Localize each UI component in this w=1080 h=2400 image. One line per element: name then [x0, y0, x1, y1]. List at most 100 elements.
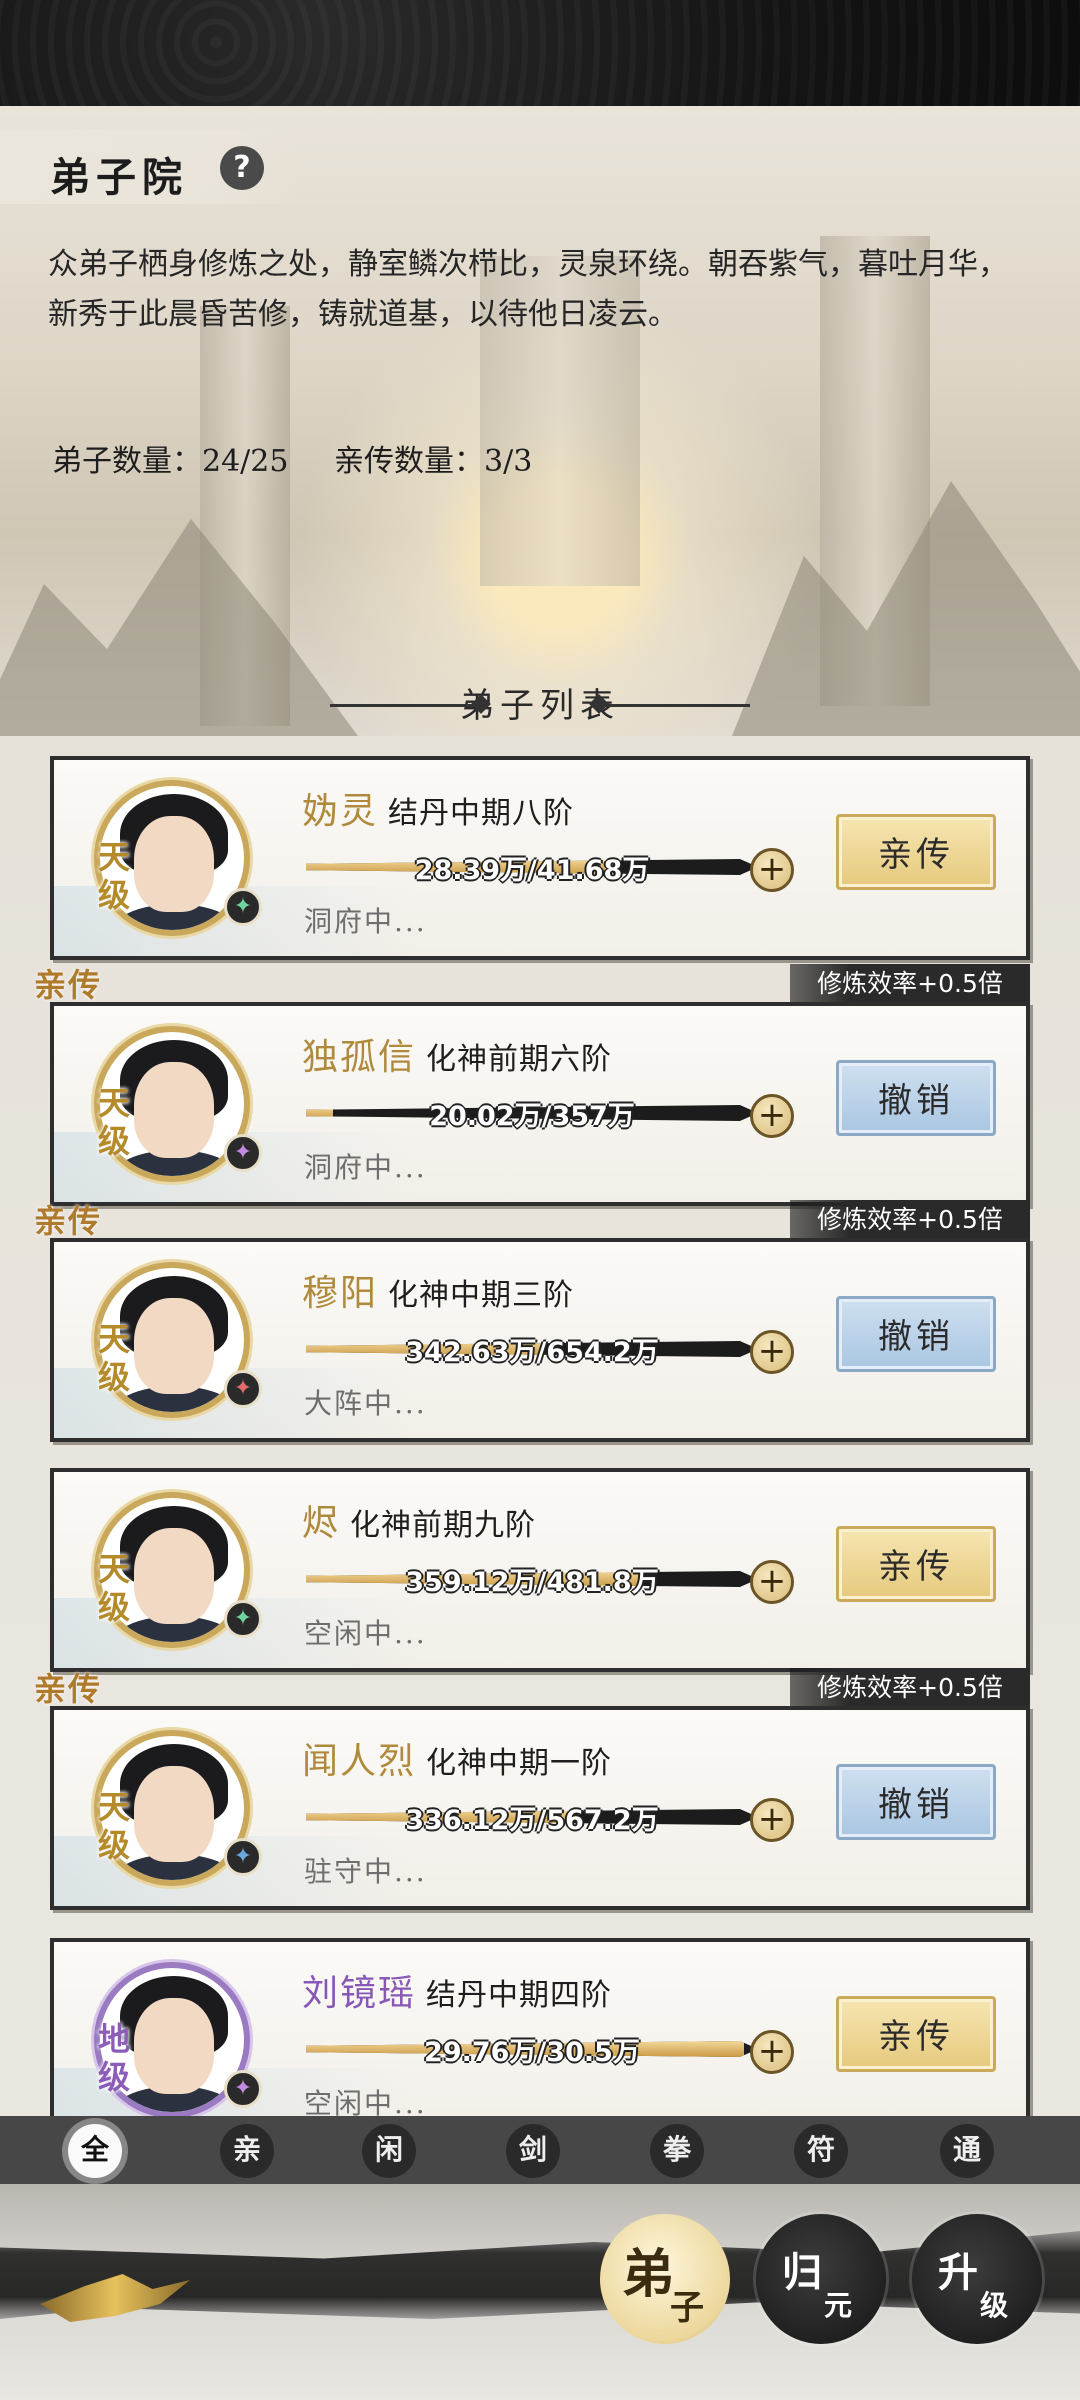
disciple-stats: 弟子数量：24/25 亲传数量：3/3 — [52, 436, 568, 480]
disciple-card[interactable]: 天级 ✦ 穆阳 化神中期三阶 342.63万/654.2万 + 大阵中... 撤销 — [50, 1238, 1030, 1442]
status-text: 洞府中... — [304, 1151, 427, 1184]
page-title: 弟子院 — [50, 154, 188, 201]
progress-text: 29.76万/30.5万 — [424, 2037, 640, 2068]
wind-element-icon: ✦ — [224, 888, 262, 926]
progress-text: 359.12万/481.8万 — [405, 1567, 659, 1598]
inner-disciple-ribbon: 亲传 — [34, 1670, 103, 1708]
disciple-card[interactable]: 地级 ✦ 刘镜瑶 结丹中期四阶 29.76万/30.5万 + 空闲中... 亲传 — [50, 1938, 1030, 2116]
nav-button[interactable]: 归元 — [756, 2214, 886, 2344]
appoint-inner-button[interactable]: 亲传 — [836, 814, 996, 890]
cultivation-bonus-tag: 修炼效率+0.5倍 — [790, 964, 1030, 1004]
disciple-card[interactable]: 天级 ✦ 独孤信 化神前期六阶 20.02万/357万 + 洞府中... 撤销 — [50, 1002, 1030, 1206]
cultivation-realm: 化神中期三阶 — [388, 1278, 575, 1313]
progress-text: 20.02万/357万 — [429, 1101, 635, 1132]
inner-count: 亲传数量：3/3 — [334, 444, 533, 479]
avatar-face — [134, 1766, 214, 1862]
water-element-icon: ✦ — [224, 1134, 262, 1172]
progress-text: 336.12万/567.2万 — [405, 1805, 659, 1836]
nav-char-small: 级 — [980, 2289, 1009, 2322]
disciple-card[interactable]: 天级 ✦ 妫灵 结丹中期八阶 28.39万/41.68万 + 洞府中... 亲传 — [50, 756, 1030, 960]
grade-label: 天级 — [97, 1550, 130, 1626]
cultivation-realm: 结丹中期四阶 — [426, 1978, 613, 2013]
fire-element-icon: ✦ — [224, 1370, 262, 1408]
filter-button[interactable]: 亲 — [220, 2124, 274, 2178]
water-element-icon: ✦ — [224, 2070, 262, 2108]
cultivation-realm: 化神中期一阶 — [426, 1746, 613, 1781]
nav-button[interactable]: 升级 — [912, 2214, 1042, 2344]
page-description: 众弟子栖身修炼之处，静室鳞次栉比，灵泉环绕。朝吞紫气，暮吐月华，新秀于此晨昏苦修… — [48, 247, 1008, 332]
sword-element-icon: ✦ — [224, 1838, 262, 1876]
disciple-name-text: 烬 — [302, 1503, 341, 1544]
filter-button[interactable]: 闲 — [362, 2124, 416, 2178]
grade-label: 地级 — [97, 2020, 130, 2096]
nav-char-small: 子 — [670, 2288, 704, 2328]
avatar-face — [134, 1298, 214, 1394]
inner-disciple-ribbon: 亲传 — [34, 966, 103, 1004]
add-exp-button[interactable]: + — [750, 1560, 794, 1604]
revoke-button[interactable]: 撤销 — [836, 1296, 996, 1372]
inner-disciple-ribbon: 亲传 — [34, 1202, 103, 1240]
revoke-button[interactable]: 撤销 — [836, 1764, 996, 1840]
cultivation-realm: 化神前期六阶 — [426, 1042, 613, 1077]
nav-char-small: 元 — [824, 2289, 853, 2322]
status-text: 洞府中... — [304, 905, 427, 938]
appoint-inner-button[interactable]: 亲传 — [836, 1996, 996, 2072]
appoint-inner-button[interactable]: 亲传 — [836, 1526, 996, 1602]
filter-button[interactable]: 全 — [68, 2124, 122, 2178]
disciple-card[interactable]: 天级 ✦ 闻人烈 化神中期一阶 336.12万/567.2万 + 驻守中... 撤… — [50, 1706, 1030, 1910]
question-icon[interactable]: ? — [220, 146, 264, 190]
nav-char-big: 归 — [782, 2249, 822, 2296]
add-exp-button[interactable]: + — [750, 1094, 794, 1138]
disciple-name-text: 刘镜瑶 — [302, 1973, 417, 2014]
avatar-face — [134, 1062, 214, 1158]
add-exp-button[interactable]: + — [750, 1330, 794, 1374]
progress-text: 342.63万/654.2万 — [405, 1337, 659, 1368]
disciple-list[interactable]: 天级 ✦ 妫灵 结丹中期八阶 28.39万/41.68万 + 洞府中... 亲传 … — [0, 736, 1080, 2116]
filter-bar: 全亲闲剑拳符通 — [0, 2116, 1080, 2184]
filter-button[interactable]: 符 — [794, 2124, 848, 2178]
progress-text: 28.39万/41.68万 — [414, 855, 650, 886]
cultivation-realm: 化神前期九阶 — [350, 1508, 537, 1543]
grade-label: 天级 — [97, 838, 130, 914]
add-exp-button[interactable]: + — [750, 848, 794, 892]
status-text: 空闲中... — [304, 2087, 427, 2116]
disciple-card[interactable]: 天级 ✦ 烬化神前期九阶 359.12万/481.8万 + 空闲中... 亲传 — [50, 1468, 1030, 1672]
disciple-name-text: 闻人烈 — [302, 1741, 417, 1782]
add-exp-button[interactable]: + — [750, 1798, 794, 1842]
cultivation-bonus-tag: 修炼效率+0.5倍 — [790, 1200, 1030, 1240]
grade-label: 天级 — [97, 1788, 130, 1864]
avatar-face — [134, 816, 214, 912]
ornament-left — [330, 704, 480, 707]
disciple-count: 弟子数量：24/25 — [52, 444, 289, 479]
grade-label: 天级 — [97, 1320, 130, 1396]
cultivation-bonus-tag: 修炼效率+0.5倍 — [790, 1668, 1030, 1708]
grade-label: 天级 — [97, 1084, 130, 1160]
disciple-name: 独孤信 化神前期六阶 — [302, 1028, 612, 1080]
nav-button[interactable]: 弟子 — [600, 2214, 730, 2344]
wind-element-icon: ✦ — [224, 1600, 262, 1638]
disciple-name: 妫灵 结丹中期八阶 — [302, 782, 574, 834]
disciple-name-text: 独孤信 — [302, 1037, 417, 1078]
filter-button[interactable]: 剑 — [506, 2124, 560, 2178]
avatar-face — [134, 1998, 214, 2094]
add-exp-button[interactable]: + — [750, 2030, 794, 2074]
ornament-right — [600, 704, 750, 707]
disciple-name: 闻人烈 化神中期一阶 — [302, 1732, 612, 1784]
nav-char-big: 升 — [938, 2249, 978, 2296]
avatar-face — [134, 1528, 214, 1624]
disciple-name-text: 妫灵 — [302, 791, 379, 832]
filter-button[interactable]: 拳 — [650, 2124, 704, 2178]
filter-button[interactable]: 通 — [940, 2124, 994, 2178]
status-text: 空闲中... — [304, 1617, 427, 1650]
status-text: 驻守中... — [304, 1855, 427, 1888]
disciple-name: 烬化神前期九阶 — [302, 1494, 536, 1546]
revoke-button[interactable]: 撤销 — [836, 1060, 996, 1136]
nav-char-big: 弟 — [622, 2244, 675, 2305]
cultivation-realm: 结丹中期八阶 — [388, 796, 575, 831]
disciple-name: 刘镜瑶 结丹中期四阶 — [302, 1964, 612, 2016]
list-heading: 弟子列表 — [0, 676, 1080, 736]
status-bar-area — [0, 0, 1080, 106]
status-text: 大阵中... — [304, 1387, 427, 1420]
disciple-name: 穆阳 化神中期三阶 — [302, 1264, 574, 1316]
disciple-name-text: 穆阳 — [302, 1273, 379, 1314]
